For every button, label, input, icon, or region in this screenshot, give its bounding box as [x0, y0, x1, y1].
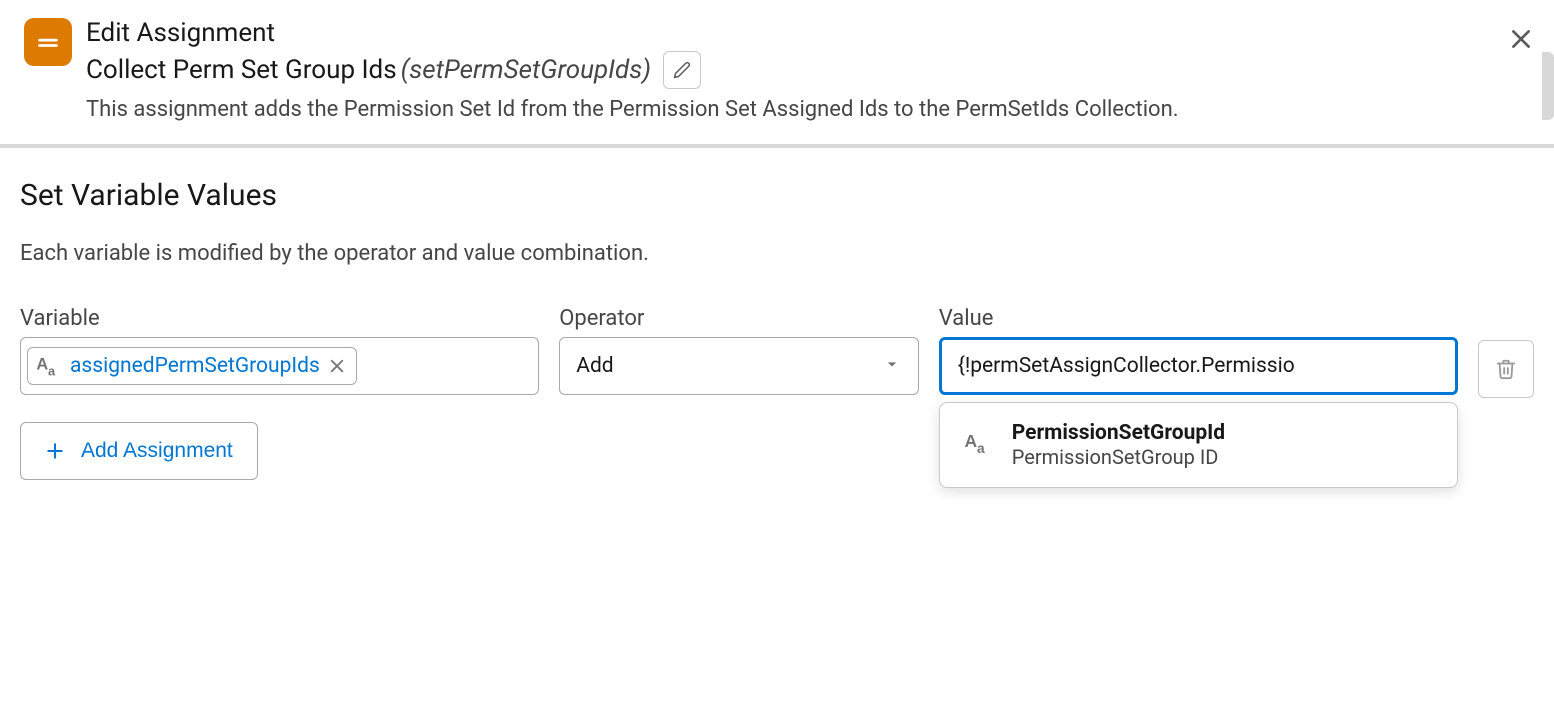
add-assignment-label: Add Assignment: [81, 439, 233, 463]
svg-text:a: a: [48, 364, 56, 379]
value-autocomplete-dropdown: Aa PermissionSetGroupId PermissionSetGro…: [939, 402, 1458, 488]
plus-icon: [45, 441, 65, 461]
edit-label-button[interactable]: [663, 51, 701, 89]
autocomplete-option-subtitle: PermissionSetGroup ID: [1012, 445, 1225, 469]
scrollbar-thumb[interactable]: [1542, 52, 1554, 120]
trash-icon: [1495, 358, 1517, 380]
variable-label: Variable: [20, 306, 539, 331]
operator-value: Add: [576, 354, 613, 378]
delete-row-button[interactable]: [1478, 340, 1534, 398]
autocomplete-option-title: PermissionSetGroupId: [1012, 421, 1225, 445]
section-description: Each variable is modified by the operato…: [20, 241, 1534, 266]
add-assignment-button[interactable]: Add Assignment: [20, 422, 258, 480]
remove-pill-button[interactable]: [328, 357, 346, 375]
element-api-name: (setPermSetGroupIds): [401, 55, 651, 85]
svg-text:a: a: [977, 441, 985, 456]
variable-input[interactable]: Aa assignedPermSetGroupIds: [20, 337, 539, 395]
text-variable-icon: Aa: [962, 428, 992, 462]
pencil-icon: [673, 61, 691, 79]
header-text-block: Edit Assignment Collect Perm Set Group I…: [86, 18, 1536, 122]
variable-pill[interactable]: Aa assignedPermSetGroupIds: [27, 347, 357, 385]
modal-body: Set Variable Values Each variable is mod…: [0, 148, 1554, 480]
operator-label: Operator: [559, 306, 918, 331]
assignment-row: Variable Aa assignedPermSetGroupIds Oper…: [20, 306, 1534, 398]
svg-text:A: A: [36, 356, 48, 374]
modal-title: Edit Assignment: [86, 18, 1536, 49]
chevron-down-icon: [882, 354, 902, 378]
autocomplete-option[interactable]: Aa PermissionSetGroupId PermissionSetGro…: [940, 403, 1457, 487]
variable-pill-label: assignedPermSetGroupIds: [70, 354, 320, 378]
close-icon: [1508, 26, 1534, 52]
value-input[interactable]: [939, 337, 1458, 395]
operator-select[interactable]: Add: [559, 337, 918, 395]
assignment-element-icon: [24, 18, 72, 66]
element-label: Collect Perm Set Group Ids (setPermSetGr…: [86, 55, 651, 85]
value-label: Value: [939, 306, 1458, 331]
section-title: Set Variable Values: [20, 178, 1534, 213]
text-variable-icon: Aa: [34, 352, 62, 380]
element-description: This assignment adds the Permission Set …: [86, 97, 1536, 122]
close-icon: [328, 357, 346, 375]
modal-header: Edit Assignment Collect Perm Set Group I…: [0, 0, 1554, 148]
svg-text:A: A: [964, 431, 977, 451]
close-button[interactable]: [1508, 26, 1534, 56]
